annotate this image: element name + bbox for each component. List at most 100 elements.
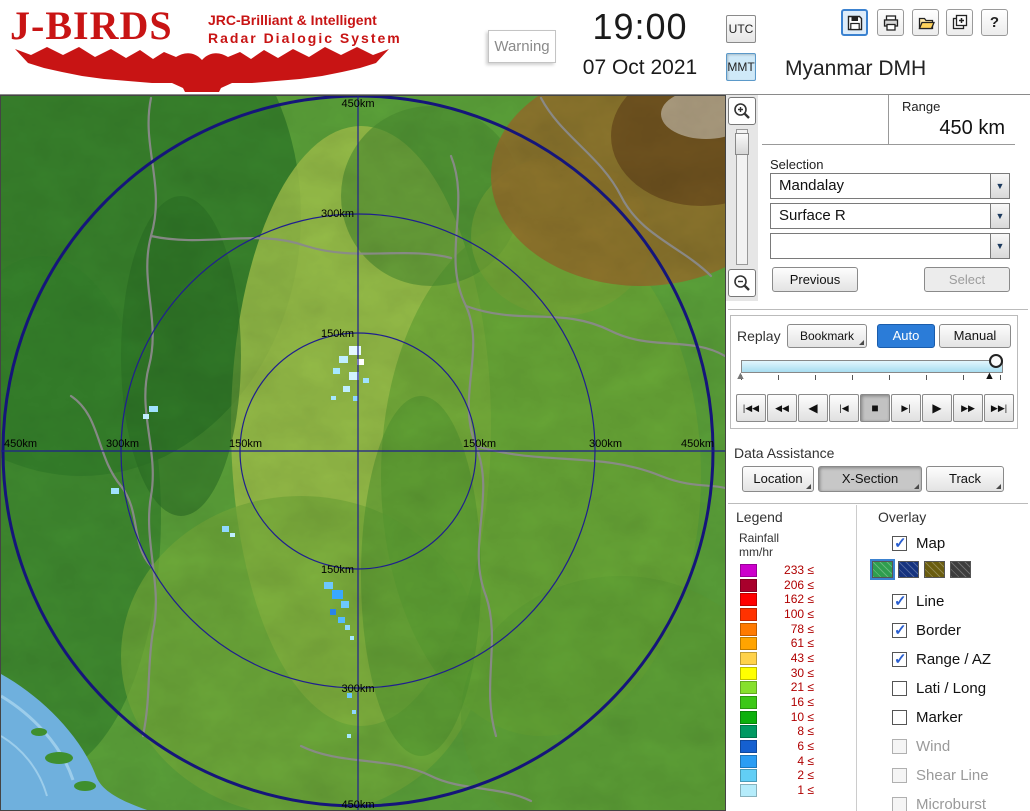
legend-swatch bbox=[740, 593, 757, 607]
replay-group: Replay Bookmark Auto Manual ▲ ▲ |◀◀ ◀◀ ◀… bbox=[730, 315, 1018, 429]
legend-row: 206 ≤ bbox=[740, 578, 814, 593]
save-button[interactable] bbox=[841, 9, 868, 36]
range-label: Range bbox=[902, 99, 941, 114]
chevron-down-icon[interactable]: ▼ bbox=[990, 204, 1009, 228]
skip-to-end-button[interactable]: ▶▶| bbox=[984, 394, 1014, 422]
extra-dropdown[interactable]: ▼ bbox=[770, 233, 1010, 259]
overlay-title: Overlay bbox=[878, 509, 927, 525]
legend-swatch bbox=[740, 666, 757, 680]
legend-row: 16 ≤ bbox=[740, 695, 814, 710]
overlay-item-map[interactable]: Map bbox=[892, 533, 945, 553]
location-button[interactable]: Location bbox=[742, 466, 814, 492]
overlay-item-line[interactable]: Line bbox=[892, 591, 944, 611]
svg-text:300km: 300km bbox=[341, 683, 374, 695]
svg-text:450km: 450km bbox=[681, 438, 714, 450]
track-button[interactable]: Track bbox=[926, 466, 1004, 492]
print-icon bbox=[883, 14, 898, 31]
overlay-item-shear-line: Shear Line bbox=[892, 765, 989, 785]
overlay-item-lati-long[interactable]: Lati / Long bbox=[892, 678, 986, 698]
legend-row: 43 ≤ bbox=[740, 651, 814, 666]
chevron-down-icon[interactable]: ▼ bbox=[990, 174, 1009, 198]
map-swatch-olive[interactable] bbox=[924, 561, 945, 578]
zoom-out-button[interactable] bbox=[728, 269, 756, 297]
site-dropdown[interactable]: Mandalay ▼ bbox=[770, 173, 1010, 199]
select-button[interactable]: Select bbox=[924, 267, 1010, 292]
overlay-item-border[interactable]: Border bbox=[892, 620, 961, 640]
help-button[interactable]: ? bbox=[981, 9, 1008, 36]
overlay-item-range-az[interactable]: Range / AZ bbox=[892, 649, 991, 669]
mmt-toggle-button[interactable]: MMT bbox=[726, 53, 756, 81]
step-back-button[interactable]: |◀ bbox=[829, 394, 859, 422]
svg-text:150km: 150km bbox=[229, 438, 262, 450]
legend-row: 1 ≤ bbox=[740, 783, 814, 798]
map-swatch-gray[interactable] bbox=[950, 561, 971, 578]
eagle-logo-icon bbox=[15, 47, 389, 92]
transport-controls: |◀◀ ◀◀ ◀ |◀ ■ ▶| ▶ ▶▶ ▶▶| bbox=[736, 394, 1014, 422]
svg-text:300km: 300km bbox=[589, 438, 622, 450]
fast-forward-button[interactable]: ▶▶ bbox=[953, 394, 983, 422]
replay-timeline-slider[interactable] bbox=[741, 360, 1003, 373]
border-checkbox[interactable] bbox=[892, 621, 907, 639]
previous-button[interactable]: Previous bbox=[772, 267, 858, 292]
line-checkbox[interactable] bbox=[892, 592, 907, 610]
overlay-item-wind: Wind bbox=[892, 736, 950, 756]
auto-button[interactable]: Auto bbox=[877, 324, 935, 348]
fast-rewind-button[interactable]: ◀◀ bbox=[767, 394, 797, 422]
svg-text:150km: 150km bbox=[321, 328, 354, 340]
svg-text:450km: 450km bbox=[341, 799, 374, 811]
export-button[interactable] bbox=[946, 9, 973, 36]
replay-label: Replay bbox=[737, 328, 781, 344]
logo-tagline-1: JRC-Brilliant & Intelligent bbox=[208, 12, 377, 28]
zoom-slider-thumb[interactable] bbox=[735, 133, 749, 155]
manual-button[interactable]: Manual bbox=[939, 324, 1011, 348]
chevron-down-icon[interactable]: ▼ bbox=[990, 234, 1009, 258]
range-az-checkbox[interactable] bbox=[892, 650, 907, 668]
stop-button[interactable]: ■ bbox=[860, 394, 890, 422]
skip-to-start-button[interactable]: |◀◀ bbox=[736, 394, 766, 422]
legend-swatch bbox=[740, 740, 757, 754]
map-swatch-green[interactable] bbox=[870, 559, 895, 580]
svg-text:450km: 450km bbox=[4, 438, 37, 450]
map-checkbox[interactable] bbox=[892, 534, 907, 552]
zoom-in-button[interactable] bbox=[728, 97, 756, 125]
timeline-start-marker[interactable]: ▲ bbox=[735, 370, 746, 382]
print-button[interactable] bbox=[877, 9, 904, 36]
timeline-position-marker[interactable]: ▲ bbox=[984, 370, 995, 382]
product-dropdown[interactable]: Surface R ▼ bbox=[770, 203, 1010, 229]
warning-status[interactable]: Warning bbox=[488, 30, 556, 63]
legend-swatch bbox=[740, 769, 757, 783]
station-name: Myanmar DMH bbox=[785, 57, 927, 80]
legend-row: 6 ≤ bbox=[740, 739, 814, 754]
radar-map-canvas: 450km 300km 150km 150km 300km 450km 450k… bbox=[1, 96, 725, 811]
marker-checkbox[interactable] bbox=[892, 709, 907, 725]
range-value: 450 km bbox=[939, 117, 1005, 139]
timeline-thumb[interactable] bbox=[989, 354, 1003, 368]
open-file-button[interactable] bbox=[912, 9, 939, 36]
svg-text:450km: 450km bbox=[341, 98, 374, 110]
map-zoom-slider[interactable] bbox=[735, 129, 749, 265]
lati-long-checkbox[interactable] bbox=[892, 680, 907, 696]
legend-swatch bbox=[740, 725, 757, 739]
folder-icon bbox=[918, 17, 935, 29]
legend-row: 8 ≤ bbox=[740, 725, 814, 740]
wind-checkbox bbox=[892, 738, 907, 754]
rainfall-legend: 233 ≤ 206 ≤ 162 ≤ 100 ≤ 78 ≤ 61 ≤ 43 ≤ 3… bbox=[740, 563, 814, 798]
bookmark-button[interactable]: Bookmark bbox=[787, 324, 867, 348]
legend-row: 233 ≤ bbox=[740, 563, 814, 578]
legend-swatch bbox=[740, 563, 757, 577]
overlay-item-marker[interactable]: Marker bbox=[892, 707, 963, 727]
map-swatch-navy[interactable] bbox=[898, 561, 919, 578]
x-section-button[interactable]: X-Section bbox=[818, 466, 922, 492]
radar-map-area[interactable]: 450km 300km 150km 150km 300km 450km 450k… bbox=[0, 95, 726, 811]
legend-swatch bbox=[740, 681, 757, 695]
separator bbox=[728, 309, 1028, 310]
zoom-out-icon bbox=[734, 275, 750, 291]
play-backward-button[interactable]: ◀ bbox=[798, 394, 828, 422]
step-forward-button[interactable]: ▶| bbox=[891, 394, 921, 422]
legend-row: 2 ≤ bbox=[740, 769, 814, 784]
utc-toggle-button[interactable]: UTC bbox=[726, 15, 756, 43]
legend-swatch bbox=[740, 710, 757, 724]
play-button[interactable]: ▶ bbox=[922, 394, 952, 422]
legend-row: 10 ≤ bbox=[740, 710, 814, 725]
legend-swatch bbox=[740, 696, 757, 710]
